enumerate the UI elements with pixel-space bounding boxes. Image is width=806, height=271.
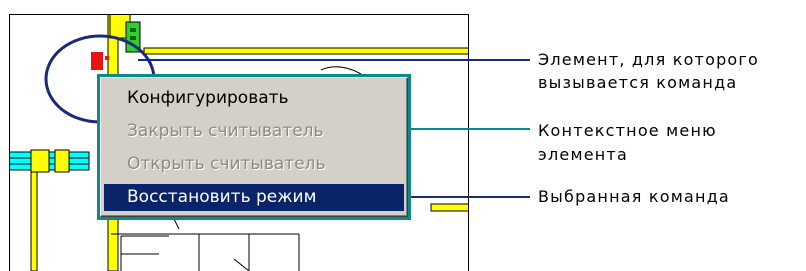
callout-element-line1: Элемент, для которого <box>538 50 760 69</box>
menu-item-close-reader[interactable]: Закрыть считыватель <box>104 118 404 145</box>
callout-context-menu-line1: Контекстное меню <box>538 121 717 140</box>
callout-element-line2: вызывается команда <box>538 73 738 92</box>
menu-item-configure[interactable]: Конфигурировать <box>104 85 404 112</box>
callout-selected-command: Выбранная команда <box>538 187 730 206</box>
context-menu: Конфигурировать Закрыть считыватель Откр… <box>100 77 408 217</box>
callout-context-menu-line2: элемента <box>538 145 628 164</box>
menu-item-restore-mode[interactable]: Восстановить режим <box>104 184 404 211</box>
menu-item-open-reader[interactable]: Открыть считыватель <box>104 151 404 178</box>
